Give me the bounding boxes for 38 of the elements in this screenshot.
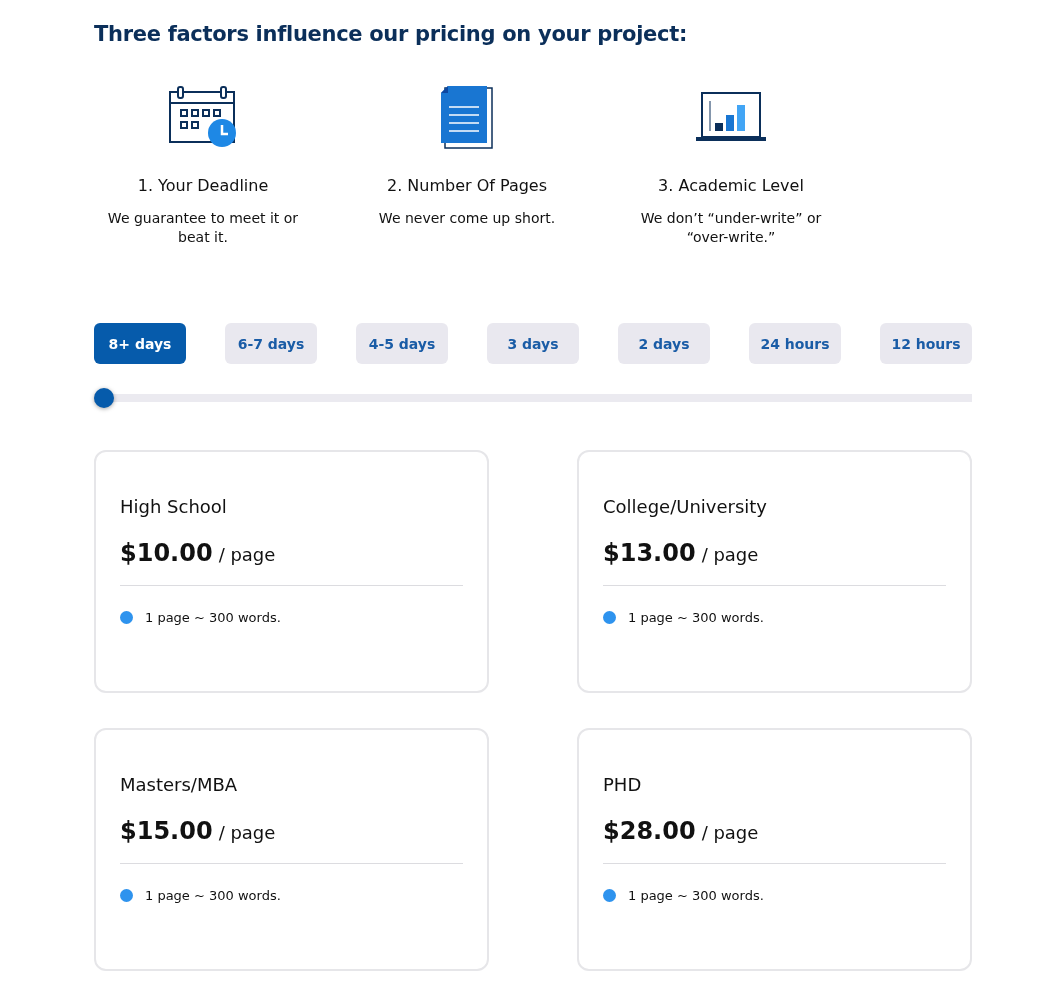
price-unit: / page (218, 822, 276, 843)
price-amount: $28.00 (603, 817, 696, 845)
laptop-chart-icon (696, 91, 766, 143)
bullet-icon (603, 611, 616, 624)
slider-thumb[interactable] (94, 388, 114, 408)
academic-level: PHD (603, 774, 643, 795)
price-unit: / page (701, 544, 759, 565)
factor-description: We guarantee to meet it or beat it. (106, 209, 300, 247)
deadline-tab[interactable]: 3 days (487, 323, 579, 364)
deadline-tab[interactable]: 12 hours (880, 323, 972, 364)
factor-title: 1. Your Deadline (137, 176, 269, 195)
factor-description: We never come up short. (378, 209, 556, 228)
bullet-icon (603, 889, 616, 902)
academic-level: Masters/MBA (120, 774, 239, 795)
section-heading: Three factors influence our pricing on your project: (94, 22, 688, 46)
words-note: 1 page ~ 300 words. (628, 888, 764, 903)
price-unit: / page (218, 544, 276, 565)
words-note: 1 page ~ 300 words. (145, 610, 281, 625)
factor-description: We don’t “under-write” or “over-write.” (639, 209, 823, 247)
deadline-tab[interactable]: 8+ days (94, 323, 186, 364)
academic-level: High School (120, 496, 228, 517)
price-amount: $10.00 (120, 539, 213, 567)
price-amount: $13.00 (603, 539, 696, 567)
academic-level: College/University (603, 496, 769, 517)
bullet-icon (120, 889, 133, 902)
factor-title: 2. Number Of Pages (386, 176, 548, 195)
calendar-clock-icon (169, 86, 237, 148)
bullet-icon (120, 611, 133, 624)
price-unit: / page (701, 822, 759, 843)
factor-title: 3. Academic Level (658, 176, 804, 195)
document-icon (440, 85, 494, 149)
deadline-tab[interactable]: 4-5 days (356, 323, 448, 364)
price-amount: $15.00 (120, 817, 213, 845)
words-note: 1 page ~ 300 words. (145, 888, 281, 903)
words-note: 1 page ~ 300 words. (628, 610, 764, 625)
deadline-tab[interactable]: 2 days (618, 323, 710, 364)
deadline-tab[interactable]: 24 hours (749, 323, 841, 364)
deadline-tab[interactable]: 6-7 days (225, 323, 317, 364)
